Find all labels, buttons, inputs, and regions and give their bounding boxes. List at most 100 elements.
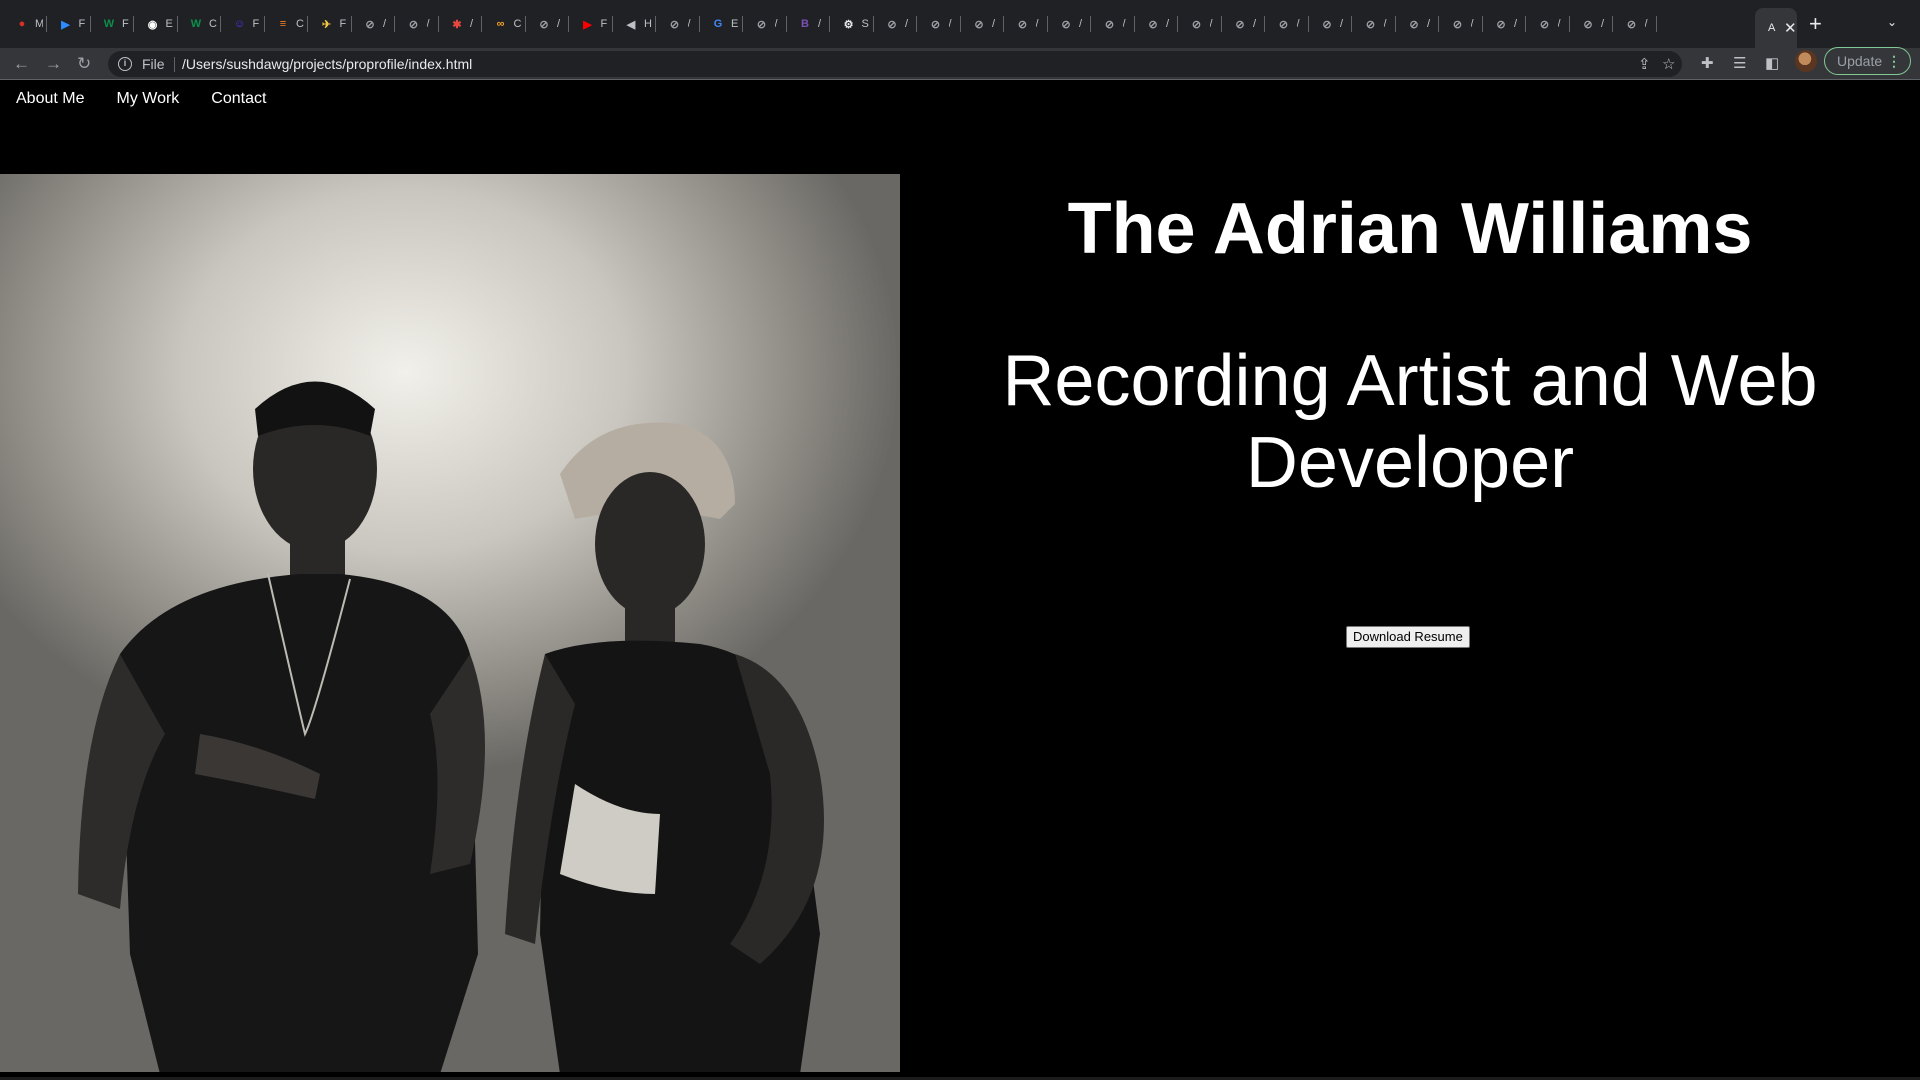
close-icon[interactable]: ✕ [1784,19,1797,37]
tab-title: / [470,18,474,30]
browser-tab[interactable]: ⊘ / [1319,12,1352,36]
chevron-down-icon[interactable]: ⌄ [1887,15,1897,29]
tab-divider [133,16,134,32]
browser-tab[interactable]: ∞ C [493,12,526,36]
browser-tab[interactable]: ▶ F [580,12,613,36]
browser-tab[interactable]: ⊘ / [1493,12,1526,36]
browser-tab[interactable]: ⊘ / [1189,12,1222,36]
tab-title: / [1035,18,1039,30]
browser-tab[interactable]: ⊘ / [971,12,1004,36]
browser-tab[interactable]: ⊘ / [754,12,787,36]
url-text[interactable]: /Users/sushdawg/projects/proprofile/inde… [182,56,472,72]
page-title: The Adrian Williams [1067,189,1753,269]
browser-tab[interactable]: ⊘ / [536,12,569,36]
browser-tab[interactable]: WC [188,12,221,36]
tab-title: / [1296,18,1300,30]
avatar[interactable] [1795,50,1817,72]
update-button[interactable]: Update ⋮ [1824,47,1911,75]
tab-divider [1568,16,1570,32]
tab-divider [1612,16,1613,32]
tab-divider [742,16,743,32]
globe-icon: ⊘ [1235,18,1245,31]
browser-tab[interactable]: ≡ C [275,12,308,36]
globe-icon: ⊘ [1626,18,1637,31]
info-icon[interactable]: i [118,57,132,71]
active-tab[interactable]: A ✕ [1755,8,1797,48]
reading-list-icon[interactable]: ☰ [1733,55,1746,73]
star-icon[interactable]: ☆ [1662,55,1675,73]
bootstrap-icon: B [801,18,809,30]
globe-icon: ⊘ [669,18,680,31]
tab-title: / [1557,18,1561,30]
tab-divider [1481,16,1483,32]
tab-divider [350,16,352,32]
tab-divider [524,16,526,32]
tab-divider [785,16,787,32]
reload-icon[interactable]: ↻ [77,55,91,73]
browser-tab[interactable]: ⊘ / [1363,12,1396,36]
tab-title: / [905,18,909,30]
nav-link-about[interactable]: About Me [16,90,84,108]
browser-tab[interactable]: ⊘ / [1058,12,1091,36]
browser-tab[interactable]: ⊘ / [1276,12,1309,36]
update-label: Update [1837,53,1883,69]
tab-title: / [1514,18,1518,30]
tab-divider [394,16,395,32]
browser-tab[interactable]: ⚙ S [841,12,874,36]
tab-divider [1307,16,1309,32]
browser-tab[interactable]: ⊘ / [1232,12,1265,36]
globe-icon: ⊘ [1496,18,1506,31]
browser-tab[interactable]: ▶ F [58,12,91,36]
browser-tab[interactable]: ⊘ / [1450,12,1483,36]
tab-divider [220,16,221,32]
forward-icon[interactable]: → [45,55,62,73]
tab-divider [1264,16,1265,32]
browser-tab[interactable]: WF [101,12,134,36]
browser-tab[interactable]: ⊘ / [1580,12,1613,36]
page-subtitle: Recording Artist and Web Developer [950,340,1870,504]
tab-title: / [1470,18,1474,30]
tab-title: F [122,18,129,30]
browser-tab[interactable]: ✈ F [319,12,352,36]
browser-tab[interactable]: ⊘ / [1406,12,1439,36]
browser-tab[interactable]: ✱ / [449,12,482,36]
browser-tab[interactable]: B / [797,12,830,36]
tab-title: / [948,18,952,30]
browser-tab[interactable]: ⊘ / [1537,12,1570,36]
browser-tab[interactable]: ☺ F [232,12,265,36]
browser-tab[interactable]: GE [710,12,743,36]
browser-tab[interactable]: ⊘ / [1145,12,1178,36]
browser-tab[interactable]: ⊘ / [667,12,700,36]
nav-link-work[interactable]: My Work [116,90,179,108]
browser-tab[interactable]: ◉ E [145,12,178,36]
tab-divider [89,16,91,32]
subtitle-line-2: Developer [1245,423,1575,503]
browser-tab[interactable]: ◀ H [623,12,656,36]
back-icon[interactable]: ← [13,55,30,73]
active-tab-title: A [1768,22,1776,34]
browser-tab[interactable]: ⊘ / [1015,12,1048,36]
address-bar[interactable]: i File /Users/sushdawg/projects/proprofi… [108,51,1682,77]
smiley-icon: ☺ [233,18,246,30]
browser-tab[interactable]: ⊘ / [1624,12,1657,36]
browser-tab[interactable]: ● M [14,12,47,36]
side-panel-icon[interactable]: ◧ [1765,55,1779,73]
download-resume-button[interactable]: Download Resume [1346,626,1470,648]
tab-divider [568,16,569,32]
browser-tab[interactable]: ⊘ / [406,12,439,36]
browser-tab[interactable]: ⊘ / [362,12,395,36]
nav-link-contact[interactable]: Contact [211,90,266,108]
plus-icon[interactable]: + [1809,11,1822,37]
extensions-icon[interactable]: ✚ [1701,55,1714,73]
browser-tab[interactable]: ⊘ / [1102,12,1135,36]
tab-title: / [1383,18,1387,30]
speaker-icon: ◀ [626,18,636,31]
tab-divider [959,16,961,32]
tab-title: F [78,18,86,30]
tab-title: / [818,18,822,30]
tab-title: S [861,18,869,30]
browser-tab[interactable]: ⊘ / [928,12,961,36]
tab-divider [437,16,439,32]
browser-tab[interactable]: ⊘ / [884,12,917,36]
share-icon[interactable]: ⇪ [1638,55,1651,73]
